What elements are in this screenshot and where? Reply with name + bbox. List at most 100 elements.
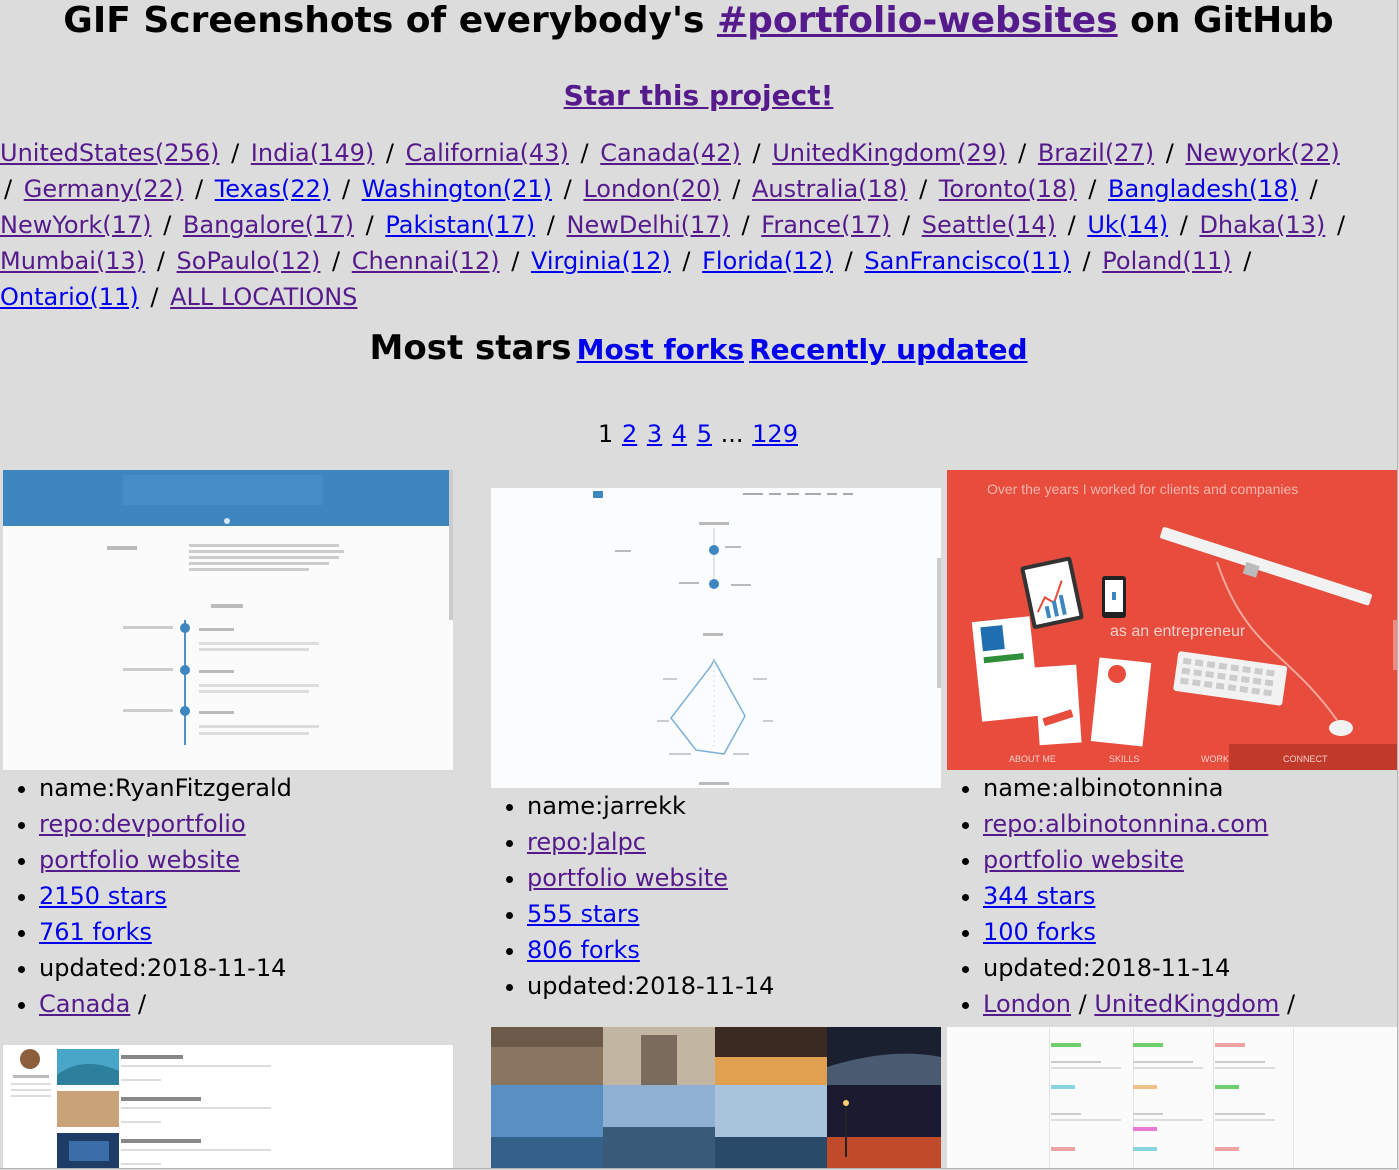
location-filter-link[interactable]: Canada(42)	[600, 139, 741, 167]
location-filter-link[interactable]: UnitedKingdom(29)	[772, 139, 1006, 167]
location-filter-link[interactable]: NewDelhi(17)	[566, 211, 729, 239]
repo-link[interactable]: repo:devportfolio	[39, 810, 246, 838]
location-link[interactable]: Canada	[39, 990, 130, 1018]
location-separator: /	[546, 211, 555, 239]
location-filter-link[interactable]: France(17)	[761, 211, 890, 239]
location-separator: /	[365, 211, 374, 239]
screenshot-photo-gallery[interactable]	[491, 1027, 941, 1168]
pagination: 1 2 3 4 5 ... 129	[0, 419, 1397, 449]
star-project-container: Star this project!	[0, 79, 1397, 113]
nav-connect: CONNECT	[1283, 754, 1328, 764]
updated-date: updated:2018-11-14	[983, 950, 1397, 986]
location-filter-link[interactable]: Texas(22)	[215, 175, 331, 203]
location-separator: /	[1287, 990, 1296, 1018]
location-separator: /	[580, 139, 589, 167]
website-link[interactable]: portfolio website	[527, 864, 728, 892]
website-link[interactable]: portfolio website	[39, 846, 240, 874]
screenshot-blog[interactable]	[3, 1045, 453, 1168]
sort-recently-updated-link[interactable]: Recently updated	[749, 333, 1027, 366]
location-filter-link[interactable]: Poland(11)	[1102, 247, 1231, 275]
location-separator: /	[919, 175, 928, 203]
screenshot-jalpc[interactable]	[491, 488, 941, 788]
location-separator: /	[1309, 175, 1318, 203]
location-filter-link[interactable]: Brazil(27)	[1038, 139, 1154, 167]
location-separator: /	[1067, 211, 1076, 239]
screenshot-albinotonnina[interactable]: Over the years I worked for clients and …	[947, 470, 1397, 770]
screenshot-kanban[interactable]	[947, 1027, 1397, 1168]
location-separator: /	[341, 175, 351, 203]
location-filter-link[interactable]: India(149)	[251, 139, 374, 167]
repo-item: repo:Jalpc	[527, 824, 943, 860]
project-card: name:jarrekk repo:Jalpc portfolio websit…	[491, 488, 943, 1004]
website-item: portfolio website	[527, 860, 943, 896]
star-project-link[interactable]: Star this project!	[564, 79, 834, 112]
screenshot-image	[947, 1027, 1397, 1168]
nav-skills: SKILLS	[1109, 754, 1140, 764]
repo-link[interactable]: repo:albinotonnina.com	[983, 810, 1268, 838]
stars-link[interactable]: 2150 stars	[39, 882, 167, 910]
updated-date: updated:2018-11-14	[39, 950, 455, 986]
location-separator: /	[1179, 211, 1188, 239]
location-filter-link[interactable]: Dhaka(13)	[1199, 211, 1325, 239]
repo-link[interactable]: repo:Jalpc	[527, 828, 646, 856]
page-link-4[interactable]: 4	[672, 420, 687, 448]
location-separator: /	[563, 175, 572, 203]
owner-name: name:jarrekk	[527, 788, 943, 824]
sort-most-forks-link[interactable]: Most forks	[577, 333, 744, 366]
forks-link[interactable]: 806 forks	[527, 936, 640, 964]
location-separator: /	[385, 139, 394, 167]
project-card: name:RyanFitzgerald repo:devportfolio po…	[3, 470, 455, 1022]
page-link-3[interactable]: 3	[647, 420, 662, 448]
location-filter-link[interactable]: UnitedStates(256)	[0, 139, 219, 167]
location-filter-link[interactable]: Uk(14)	[1087, 211, 1168, 239]
location-item: Canada /	[39, 986, 455, 1022]
topic-link[interactable]: #portfolio-websites	[717, 0, 1118, 41]
location-filter-link[interactable]: Seattle(14)	[922, 211, 1056, 239]
page-link-last[interactable]: 129	[752, 420, 798, 448]
location-filter-link[interactable]: California(43)	[406, 139, 569, 167]
location-filter-link[interactable]: Toronto(18)	[939, 175, 1077, 203]
project-card: Over the years I worked for clients and …	[947, 470, 1397, 1022]
location-filter-link[interactable]: Bangladesh(18)	[1108, 175, 1298, 203]
location-filter-link[interactable]: Bangalore(17)	[183, 211, 354, 239]
location-separator: /	[741, 211, 750, 239]
location-separator: /	[752, 139, 761, 167]
location-separator: /	[1336, 211, 1346, 239]
location-filter-link[interactable]: Newyork(22)	[1185, 139, 1339, 167]
location-separator: /	[4, 175, 13, 203]
location-filter-link[interactable]: Washington(21)	[362, 175, 552, 203]
location-separator: /	[137, 990, 147, 1018]
location-filter-link[interactable]: Virginia(12)	[531, 247, 671, 275]
owner-name: name:albinotonnina	[983, 770, 1397, 806]
location-filter-link[interactable]: Florida(12)	[702, 247, 833, 275]
page-link-5[interactable]: 5	[697, 420, 712, 448]
location-filter-link[interactable]: Ontario(11)	[0, 283, 139, 311]
location-filter-link[interactable]: Chennai(12)	[352, 247, 500, 275]
location-link[interactable]: UnitedKingdom	[1094, 990, 1279, 1018]
location-item: London / UnitedKingdom /	[983, 986, 1397, 1022]
forks-link[interactable]: 761 forks	[39, 918, 152, 946]
forks-link[interactable]: 100 forks	[983, 918, 1096, 946]
location-filter-link[interactable]: SanFrancisco(11)	[864, 247, 1071, 275]
location-separator: /	[1243, 247, 1252, 275]
location-list: UnitedStates(256) / India(149) / Califor…	[0, 135, 1360, 315]
screenshot-devportfolio[interactable]	[3, 470, 453, 770]
screenshot-image	[3, 1045, 453, 1168]
location-link[interactable]: London	[983, 990, 1071, 1018]
location-filter-link[interactable]: Australia(18)	[752, 175, 907, 203]
location-separator: /	[732, 175, 741, 203]
stars-link[interactable]: 344 stars	[983, 882, 1095, 910]
stars-link[interactable]: 555 stars	[527, 900, 639, 928]
location-filter-link[interactable]: ALL LOCATIONS	[170, 283, 357, 311]
location-filter-link[interactable]: NewYork(17)	[0, 211, 152, 239]
page: GIF Screenshots of everybody's #portfoli…	[0, 0, 1398, 1169]
website-link[interactable]: portfolio website	[983, 846, 1184, 874]
owner-name: name:RyanFitzgerald	[39, 770, 455, 806]
location-filter-link[interactable]: London(20)	[583, 175, 720, 203]
location-filter-link[interactable]: Pakistan(17)	[385, 211, 535, 239]
location-filter-link[interactable]: Germany(22)	[24, 175, 184, 203]
location-filter-link[interactable]: SoPaulo(12)	[177, 247, 321, 275]
location-separator: /	[332, 247, 341, 275]
page-link-2[interactable]: 2	[622, 420, 637, 448]
location-filter-link[interactable]: Mumbai(13)	[0, 247, 145, 275]
